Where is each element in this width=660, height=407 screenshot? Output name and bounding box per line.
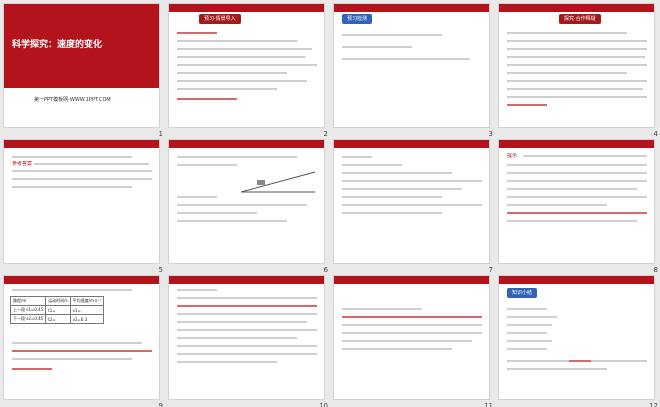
slide-5-content: 参考答案: [3, 139, 160, 264]
slide-number: 9: [158, 402, 163, 407]
slide-thumbnail-6[interactable]: 6: [168, 139, 331, 274]
table-header: 运动时间/s: [45, 296, 71, 306]
slide-thumbnail-8[interactable]: 提示 8: [498, 139, 660, 274]
slide-2-header: 预习·情景导入: [199, 14, 241, 24]
slide-number: 3: [488, 130, 493, 138]
top-bar: [169, 276, 324, 284]
slide-number: 12: [649, 402, 658, 407]
slide-12-content: 知识小结: [498, 275, 655, 400]
slide-number: 7: [488, 266, 493, 274]
slide-number: 1: [158, 130, 163, 138]
slide-9-content: 路程/m 运动时间/s 平均速度/m·s⁻¹ 上一段 s1=0.45 t1= v…: [3, 275, 160, 400]
slide-4-header: 探究·合作释疑: [559, 14, 601, 24]
table-cell: t1=: [45, 305, 71, 315]
slide-thumbnail-12[interactable]: 知识小结 12: [498, 275, 660, 407]
top-bar: [4, 276, 159, 284]
slide-6-content: [168, 139, 325, 264]
slide-4-content: 探究·合作释疑: [498, 3, 655, 128]
slide-thumbnail-5[interactable]: 参考答案 5: [3, 139, 166, 274]
table-header: 平均速度/m·s⁻¹: [69, 296, 104, 306]
table-row: 下一段 s2=0.45 t2= v2=0.3: [9, 314, 104, 324]
slide-1-content: 科学探究：速度的变化 第一PPT模板网-WWW.1PPT.COM: [3, 3, 160, 128]
slide-12-header: 知识小结: [507, 288, 538, 298]
top-bar: [4, 140, 159, 148]
hint-label: 提示: [507, 153, 518, 159]
slide-thumbnail-9[interactable]: 路程/m 运动时间/s 平均速度/m·s⁻¹ 上一段 s1=0.45 t1= v…: [3, 275, 166, 407]
table-cell: t2=: [45, 314, 71, 324]
slide-3-header: 预习检测: [342, 14, 373, 24]
slide-2-content: 预习·情景导入: [168, 3, 325, 128]
table-row: 上一段 s1=0.45 t1= v1=: [9, 305, 104, 315]
slide-number: 5: [158, 266, 163, 274]
top-bar: [169, 140, 324, 148]
table-cell: 上一段 s1=0.45: [9, 305, 47, 315]
data-table: 路程/m 运动时间/s 平均速度/m·s⁻¹ 上一段 s1=0.45 t1= v…: [9, 296, 104, 324]
slide-10-content: [168, 275, 325, 400]
top-bar: [334, 4, 489, 12]
slide-thumbnail-2[interactable]: 预习·情景导入 2: [168, 3, 331, 138]
table-cell: v2=0.3: [69, 314, 104, 324]
slide-number: 4: [653, 130, 658, 138]
slide-number: 11: [484, 402, 493, 407]
incline-diagram-icon: [240, 171, 316, 193]
slide-number: 6: [323, 266, 328, 274]
answer-label: 参考答案: [12, 161, 33, 167]
slide-thumbnail-7[interactable]: 7: [333, 139, 496, 274]
slide-11-content: [333, 275, 490, 400]
table-cell: v1=: [69, 305, 104, 315]
slide-thumbnail-1[interactable]: 科学探究：速度的变化 第一PPT模板网-WWW.1PPT.COM 1: [3, 3, 166, 138]
top-bar: [169, 4, 324, 12]
slide-number: 2: [323, 130, 328, 138]
table-header: 路程/m: [9, 296, 47, 306]
top-bar: [499, 4, 654, 12]
slide-8-content: 提示: [498, 139, 655, 264]
top-bar: [334, 276, 489, 284]
slide-thumbnail-10[interactable]: 10: [168, 275, 331, 407]
slide-7-content: [333, 139, 490, 264]
slide-3-content: 预习检测: [333, 3, 490, 128]
slide-1-title: 科学探究：速度的变化: [12, 40, 103, 50]
slide-thumbnail-3[interactable]: 预习检测 3: [333, 3, 496, 138]
top-bar: [334, 140, 489, 148]
slide-1-subtitle: 第一PPT模板网-WWW.1PPT.COM: [34, 97, 111, 103]
top-bar: [499, 276, 654, 284]
top-bar: [499, 140, 654, 148]
slide-number: 10: [319, 402, 328, 407]
slide-sorter-grid: 科学探究：速度的变化 第一PPT模板网-WWW.1PPT.COM 1 预习·情景…: [0, 0, 660, 407]
table-cell: 下一段 s2=0.45: [9, 314, 47, 324]
slide-thumbnail-11[interactable]: 11: [333, 275, 496, 407]
slide-number: 8: [653, 266, 658, 274]
table-row: 路程/m 运动时间/s 平均速度/m·s⁻¹: [9, 296, 104, 306]
slide-thumbnail-4[interactable]: 探究·合作释疑 4: [498, 3, 660, 138]
